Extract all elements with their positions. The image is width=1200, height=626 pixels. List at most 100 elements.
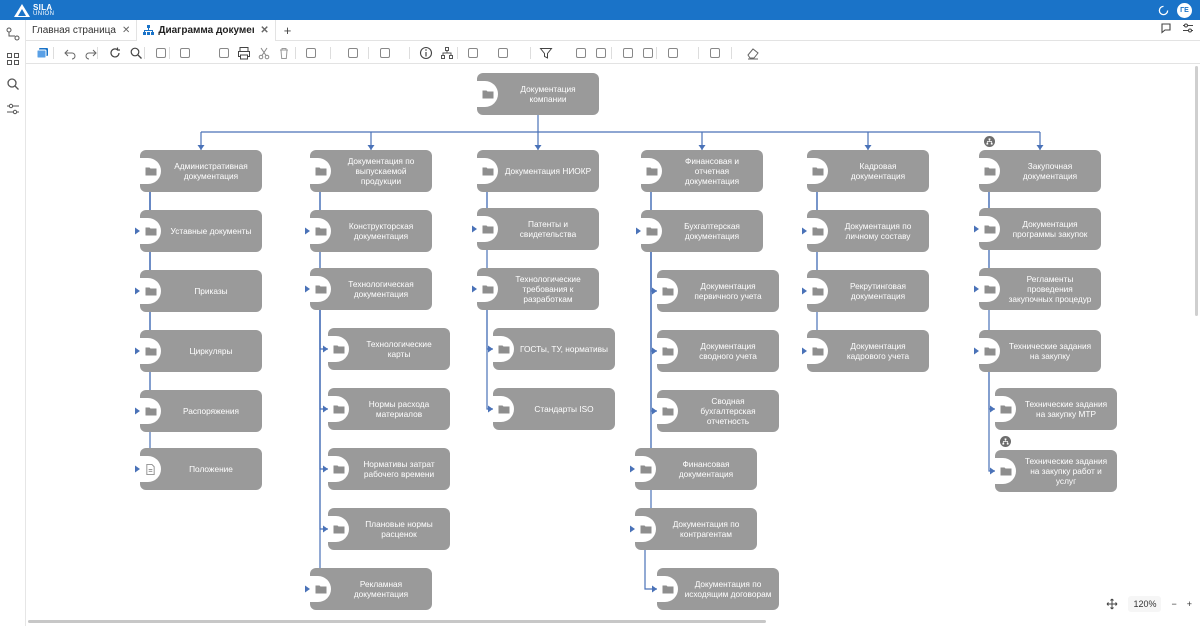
diagram-node-c1e[interactable]: Положение: [140, 448, 262, 490]
delete-icon[interactable]: [277, 46, 291, 60]
panel-settings-icon[interactable]: [1182, 22, 1194, 34]
hierarchy-icon[interactable]: [440, 46, 454, 60]
settings-sliders-icon[interactable]: [6, 102, 20, 116]
diagram-node-c3b2[interactable]: Стандарты ISO: [493, 388, 615, 430]
search-icon[interactable]: [129, 46, 143, 60]
connector-edge: [807, 170, 818, 352]
zoom-out-button[interactable]: −: [1171, 599, 1176, 609]
diagram-node-c1c[interactable]: Циркуляры: [140, 330, 262, 372]
eraser-icon[interactable]: [746, 46, 760, 60]
arrange-icon[interactable]: [378, 46, 392, 60]
diagram-node-c6b[interactable]: Регламенты проведения закупочных процеду…: [979, 268, 1101, 310]
diagram-node-c2b3[interactable]: Нормативы затрат рабочего времени: [328, 448, 450, 490]
diagram-node-c4b[interactable]: Финансовая документация: [635, 448, 757, 490]
diagram-node-c6[interactable]: Закупочная документация: [979, 150, 1101, 192]
diagram-node-c2b2[interactable]: Нормы расхода материалов: [328, 388, 450, 430]
diagram-node-c5[interactable]: Кадровая документация: [807, 150, 929, 192]
duplicate-icon[interactable]: [217, 46, 231, 60]
select-icon[interactable]: [466, 46, 480, 60]
diagram-node-c2b4[interactable]: Плановые нормы расценок: [328, 508, 450, 550]
workflow-icon[interactable]: [6, 27, 20, 41]
filter-icon[interactable]: [539, 46, 553, 60]
print-icon[interactable]: [237, 46, 251, 60]
diagram-node-c5c[interactable]: Документация кадрового учета: [807, 330, 929, 372]
diagram-node-c4c1[interactable]: Документация по исходящим договорам: [657, 568, 779, 610]
zoom-level[interactable]: 120%: [1128, 596, 1162, 612]
diagram-node-c5b[interactable]: Рекрутинговая документация: [807, 270, 929, 312]
diagram-node-c4c[interactable]: Документация по контрагентам: [635, 508, 757, 550]
redo-icon[interactable]: [84, 46, 98, 60]
diagram-node-c3b[interactable]: Технологические требования к разработкам: [477, 268, 599, 310]
diagram-node-c1d[interactable]: Распоряжения: [140, 390, 262, 432]
format-icon[interactable]: [708, 46, 722, 60]
text-icon[interactable]: [641, 46, 655, 60]
copy-icon[interactable]: [154, 46, 168, 60]
diagram-node-c4[interactable]: Финансовая и отчетная документация: [641, 150, 763, 192]
grid-icon[interactable]: [6, 52, 20, 66]
image-icon[interactable]: [621, 46, 635, 60]
folder-icon: [493, 396, 514, 422]
node-label: Бухгалтерская документация: [684, 221, 740, 241]
diagram-node-c3[interactable]: Документация НИОКР: [477, 150, 599, 192]
align-icon[interactable]: [346, 46, 360, 60]
diagram-canvas[interactable]: Документация компании Административная до…: [26, 65, 1196, 626]
folder-icon: [979, 338, 1000, 364]
diagram-node-c1b[interactable]: Приказы: [140, 270, 262, 312]
expand-icon[interactable]: [594, 46, 608, 60]
diagram-node-c2c[interactable]: Рекламная документация: [310, 568, 432, 610]
diagram-node-c6c1[interactable]: Технические задания на закупку МТР: [995, 388, 1117, 430]
diagram-node-c6a[interactable]: Документация программы закупок: [979, 208, 1101, 250]
diagram-node-c4a1[interactable]: Документация первичного учета: [657, 270, 779, 312]
fit-screen-icon[interactable]: [1106, 598, 1118, 610]
diagram-node-c2b[interactable]: Технологическая документация: [310, 268, 432, 310]
search-icon[interactable]: [6, 77, 20, 91]
diagram-node-c2b1[interactable]: Технологические карты: [328, 328, 450, 370]
zoom-controls: 120% − +: [1106, 596, 1192, 612]
diagram-node-c2a[interactable]: Конструкторская документация: [310, 210, 432, 252]
diagram-node-c4a3[interactable]: Сводная бухгалтерская отчетность: [657, 390, 779, 432]
toolbar-separator: [169, 47, 170, 59]
diagram-node-c4a[interactable]: Бухгалтерская документация: [641, 210, 763, 252]
cut-icon[interactable]: [257, 46, 271, 60]
diagram-node-c3b1[interactable]: ГОСТы, ТУ, нормативы: [493, 328, 615, 370]
tab-diagram[interactable]: Диаграмма документа ✕: [137, 19, 276, 41]
folder-icon: [807, 218, 828, 244]
hierarchy-icon: [143, 25, 155, 35]
diagram-node-c6c[interactable]: Технические задания на закупку: [979, 330, 1101, 372]
user-avatar[interactable]: ГЕ: [1177, 3, 1192, 18]
add-tab-button[interactable]: +: [284, 23, 292, 38]
diagram-toolbar: [26, 42, 1200, 64]
folder-icon: [641, 158, 662, 184]
refresh-icon[interactable]: [108, 46, 122, 60]
distribute-icon[interactable]: [304, 46, 318, 60]
tab-home[interactable]: Главная страница ✕: [26, 19, 138, 41]
hierarchy-badge-icon[interactable]: [1000, 436, 1011, 447]
diagram-node-c2[interactable]: Документация по выпускаемой продукции: [310, 150, 432, 192]
diagram-node-c5a[interactable]: Документация по личному составу: [807, 210, 929, 252]
horizontal-scrollbar[interactable]: [28, 620, 766, 623]
chat-icon[interactable]: [1160, 22, 1172, 34]
info-icon[interactable]: [419, 46, 433, 60]
hierarchy-badge-icon[interactable]: [984, 136, 995, 147]
collapse-icon[interactable]: [574, 46, 588, 60]
undo-icon[interactable]: [63, 46, 77, 60]
diagram-node-c3a[interactable]: Патенты и свидетельства: [477, 208, 599, 250]
diagram-node-c1a[interactable]: Уставные документы: [140, 210, 262, 252]
zoom-in-button[interactable]: +: [1187, 599, 1192, 609]
app-logo[interactable]: SILA UNION: [14, 3, 54, 18]
comment-icon[interactable]: [666, 46, 680, 60]
close-icon[interactable]: ✕: [260, 25, 268, 36]
close-icon[interactable]: ✕: [122, 25, 130, 36]
diagram-node-c1[interactable]: Административная документация: [140, 150, 262, 192]
vertical-scrollbar[interactable]: [1195, 66, 1198, 316]
diagram-node-c6c2[interactable]: Технические задания на закупку работ и у…: [995, 450, 1117, 492]
export-icon[interactable]: [496, 46, 510, 60]
new-page-icon[interactable]: [178, 46, 192, 60]
toolbar-separator: [97, 47, 98, 59]
diagram-node-root[interactable]: Документация компании: [477, 73, 599, 115]
node-label: Циркуляры: [189, 346, 233, 356]
node-label: Документация программы закупок: [1012, 219, 1088, 239]
folder-icon: [493, 336, 514, 362]
diagram-node-c4a2[interactable]: Документация сводного учета: [657, 330, 779, 372]
layers-icon[interactable]: [36, 46, 50, 60]
